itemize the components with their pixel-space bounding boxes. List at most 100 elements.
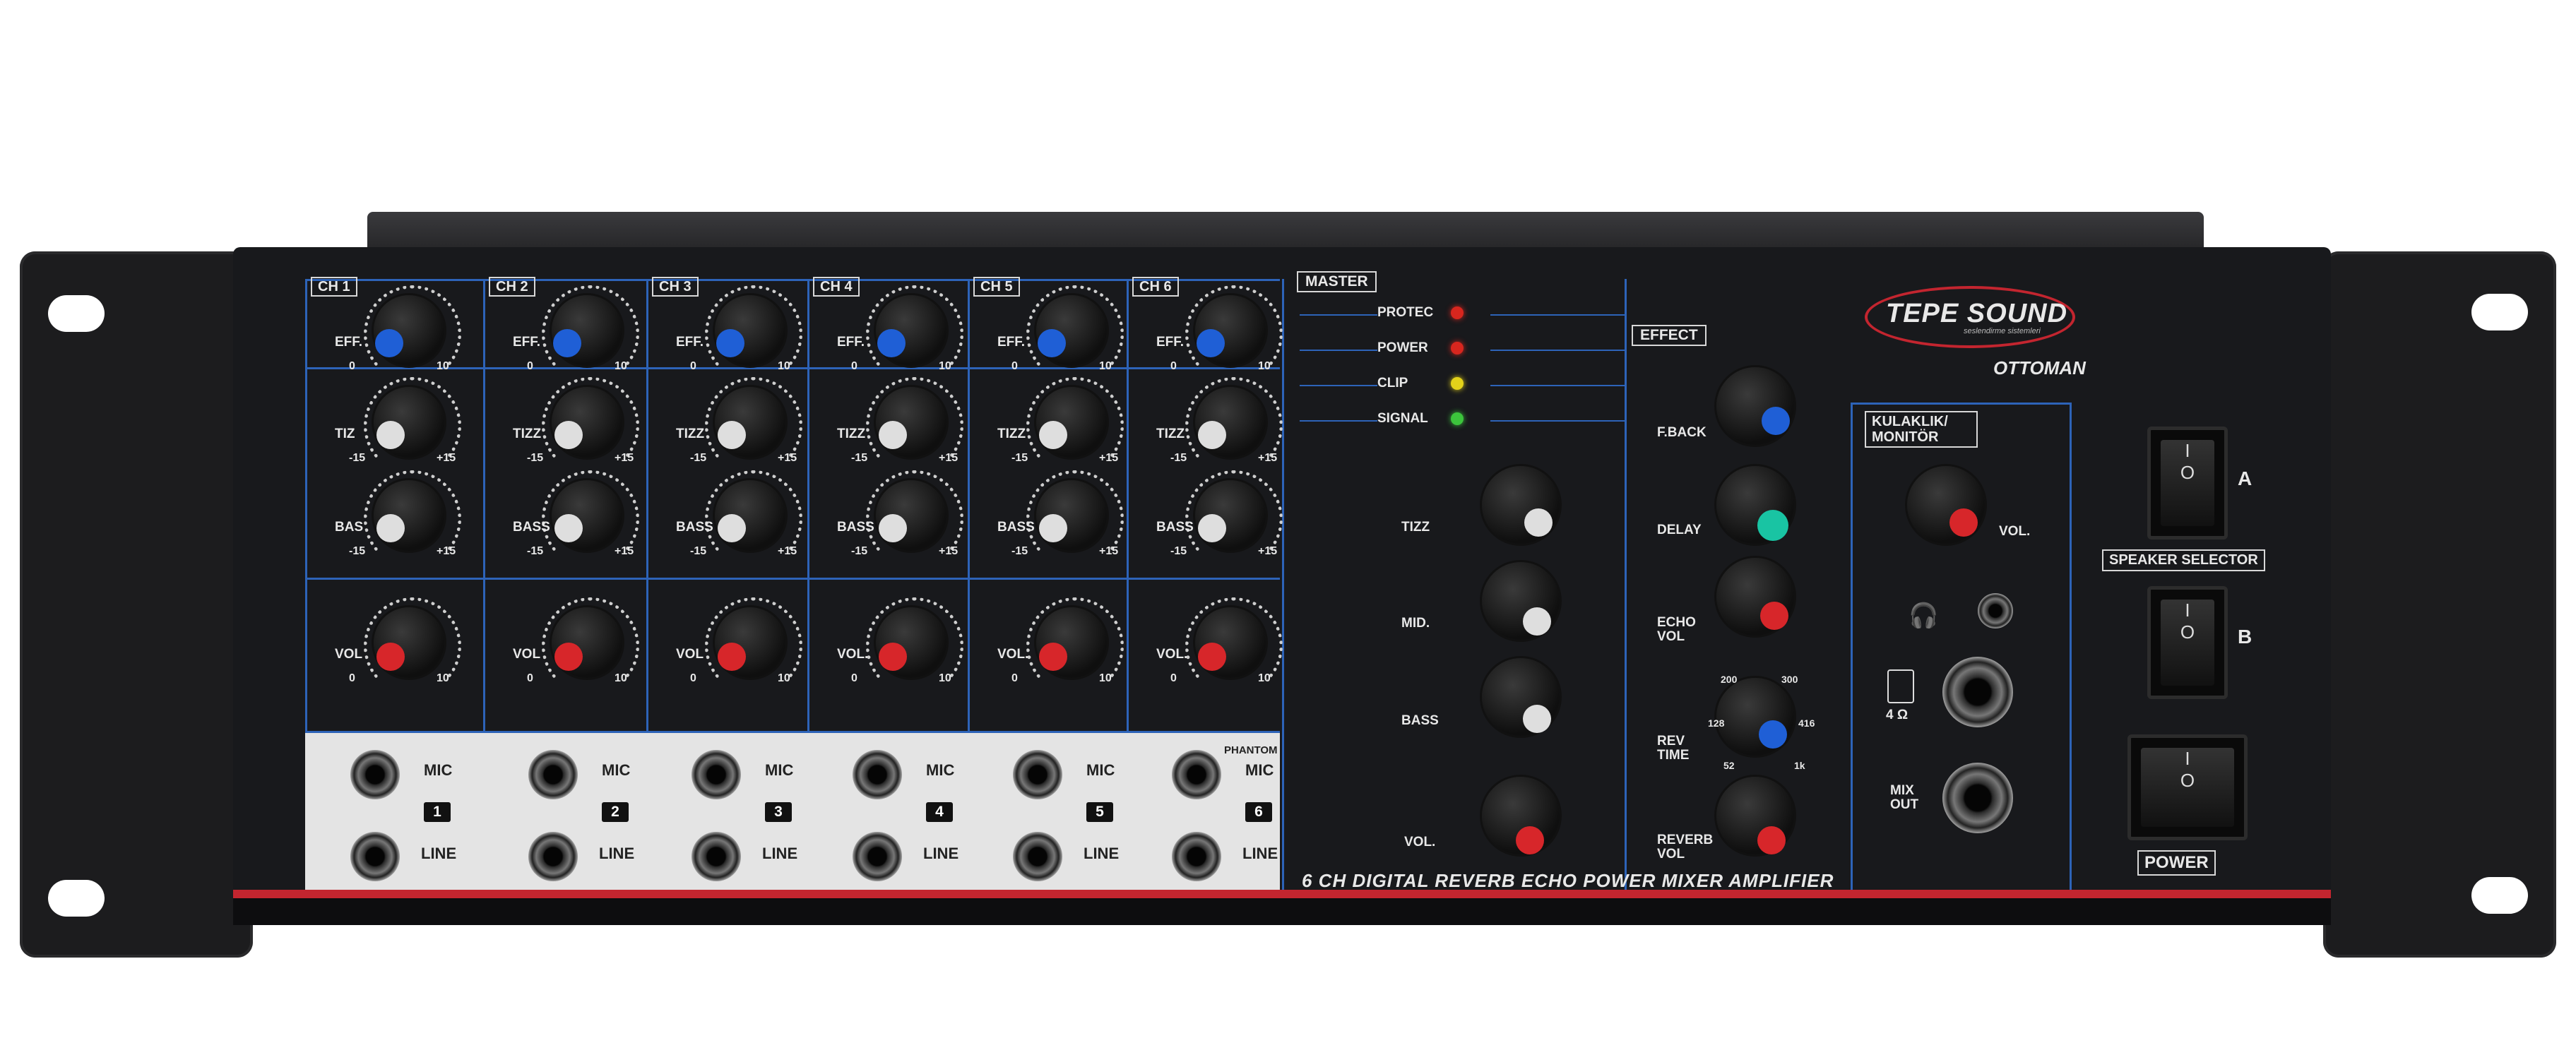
status-led — [1451, 342, 1464, 354]
channel-bass-label: BASS — [1156, 520, 1194, 535]
knob-cap — [1198, 643, 1226, 671]
channel-tizz-knob[interactable] — [876, 387, 946, 458]
line-input-jack[interactable] — [853, 832, 902, 881]
channel-eff-knob[interactable] — [1036, 295, 1107, 366]
knob-cap — [376, 421, 405, 449]
rev-time-label: REV TIME — [1657, 734, 1690, 763]
channel-tizz-knob[interactable] — [374, 387, 444, 458]
monitor-vol-knob[interactable] — [1907, 466, 1985, 544]
channel-eff-knob[interactable] — [876, 295, 946, 366]
master-mid-knob[interactable] — [1482, 562, 1560, 640]
speaker-output-jack[interactable] — [1942, 657, 2013, 727]
power-switch[interactable]: IO — [2127, 734, 2248, 840]
line-input-jack[interactable] — [692, 832, 741, 881]
mic-input-jack[interactable] — [1013, 750, 1062, 799]
mic-input-jack[interactable] — [692, 750, 741, 799]
phantom-label: PHANTOM — [1224, 744, 1278, 756]
channel-number-badge: 2 — [602, 802, 629, 822]
channel-eff-knob[interactable] — [552, 295, 622, 366]
channel-bass-label: BASS — [513, 520, 550, 535]
headphone-jack[interactable] — [1978, 593, 2013, 628]
channel-tizz-knob[interactable] — [715, 387, 785, 458]
channel-label: CH 6 — [1132, 277, 1179, 297]
channel-bass-knob[interactable] — [1036, 480, 1107, 551]
master-tizz-label: TIZZ — [1401, 520, 1430, 535]
rev-time-knob[interactable] — [1716, 678, 1794, 756]
scale-max-label: +15 — [437, 545, 456, 557]
scale-max-label: +15 — [615, 452, 634, 464]
switch-off-mark: O — [2180, 462, 2195, 483]
mix-out-jack[interactable] — [1942, 763, 2013, 833]
line-label: LINE — [762, 845, 798, 862]
scale-max-label: 10 — [778, 672, 790, 684]
channel-vol-knob[interactable] — [876, 607, 946, 678]
scale-max-label: 10 — [939, 672, 951, 684]
channel-number-badge: 6 — [1245, 802, 1272, 822]
mic-input-jack[interactable] — [1172, 750, 1221, 799]
channel-vol-knob[interactable] — [374, 607, 444, 678]
divider-line — [305, 367, 1280, 369]
scale-max-label: 10 — [615, 360, 627, 372]
scale-max-label: +15 — [778, 452, 797, 464]
fback-knob[interactable] — [1716, 367, 1794, 445]
channel-eff-label: EFF. — [335, 335, 363, 350]
scale-min-label: 0 — [349, 360, 355, 372]
echo-vol-knob[interactable] — [1716, 558, 1794, 636]
channel-vol-knob[interactable] — [1195, 607, 1266, 678]
scale-min-label: -15 — [349, 545, 366, 557]
scale-max-label: +15 — [1258, 545, 1278, 557]
speaker-a-switch[interactable]: IO — [2147, 427, 2228, 540]
knob-cap — [554, 514, 583, 542]
channel-tizz-knob[interactable] — [1036, 387, 1107, 458]
knob-cap — [879, 514, 907, 542]
channel-eff-knob[interactable] — [715, 295, 785, 366]
channel-eff-knob[interactable] — [374, 295, 444, 366]
channel-bass-knob[interactable] — [715, 480, 785, 551]
knob-cap — [1039, 643, 1067, 671]
speaker-b-switch[interactable]: IO — [2147, 586, 2228, 699]
led-label: CLIP — [1377, 376, 1408, 391]
mic-input-jack[interactable] — [350, 750, 400, 799]
delay-knob[interactable] — [1716, 466, 1794, 544]
led-label: POWER — [1377, 340, 1428, 355]
master-bass-knob[interactable] — [1482, 658, 1560, 736]
divider-line — [1300, 420, 1377, 422]
switch-on-mark: I — [2185, 600, 2190, 621]
channel-tizz-knob[interactable] — [1195, 387, 1266, 458]
reverb-vol-label: REVERB VOL — [1657, 833, 1714, 862]
master-vol-knob[interactable] — [1482, 777, 1560, 854]
channel-bass-knob[interactable] — [552, 480, 622, 551]
channel-vol-knob[interactable] — [1036, 607, 1107, 678]
mic-label: MIC — [926, 761, 955, 779]
master-tizz-knob[interactable] — [1482, 466, 1560, 544]
rev-scale-label: 200 — [1721, 674, 1738, 685]
line-input-jack[interactable] — [1013, 832, 1062, 881]
line-input-jack[interactable] — [1172, 832, 1221, 881]
channel-tizz-knob[interactable] — [552, 387, 622, 458]
mic-input-jack[interactable] — [853, 750, 902, 799]
master-bass-label: BASS — [1401, 713, 1439, 728]
mic-label: MIC — [765, 761, 794, 779]
channel-tizz-label: TIZZ — [837, 427, 866, 441]
scale-min-label: -15 — [1011, 452, 1028, 464]
reverb-vol-knob[interactable] — [1716, 777, 1794, 854]
channel-vol-knob[interactable] — [715, 607, 785, 678]
line-input-jack[interactable] — [350, 832, 400, 881]
knob-cap — [877, 329, 906, 357]
scale-max-label: 10 — [437, 672, 449, 684]
rev-scale-label: 300 — [1781, 674, 1798, 685]
line-input-jack[interactable] — [528, 832, 578, 881]
channel-bass-knob[interactable] — [876, 480, 946, 551]
channel-vol-knob[interactable] — [552, 607, 622, 678]
channel-label: CH 1 — [311, 277, 357, 297]
channel-eff-knob[interactable] — [1195, 295, 1266, 366]
mic-input-jack[interactable] — [528, 750, 578, 799]
scale-max-label: +15 — [939, 545, 958, 557]
brand-name: TEPE SOUND — [1886, 299, 2068, 328]
speaker-selector-label: SPEAKER SELECTOR — [2102, 549, 2265, 571]
channel-bass-knob[interactable] — [1195, 480, 1266, 551]
channel-bass-knob[interactable] — [374, 480, 444, 551]
knob-cap — [879, 643, 907, 671]
scale-min-label: -15 — [1011, 545, 1028, 557]
rev-scale-label: 128 — [1708, 717, 1725, 729]
